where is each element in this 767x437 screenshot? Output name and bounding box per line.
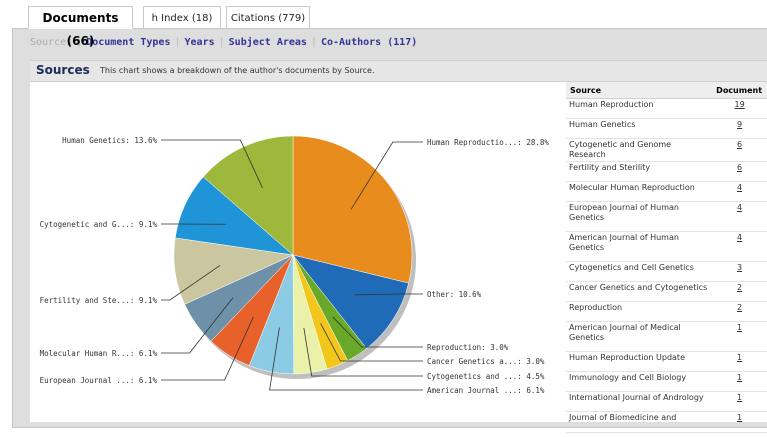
table-row: Cytogenetic and Genome Research 6 [566, 138, 767, 162]
document-count-link[interactable]: 1 [712, 391, 767, 412]
source-name: Cytogenetic and Genome Research [566, 138, 713, 162]
document-count-link[interactable]: 1 [712, 321, 767, 352]
pie-chart: Human Reproductio...: 28.8% Other: 10.6% R… [40, 135, 549, 395]
document-count-link[interactable]: 9 [712, 118, 767, 139]
slice-label: Cytogenetic and G...: 9.1% [40, 220, 158, 229]
document-count-link[interactable]: 1 [712, 371, 767, 392]
table-row: American Journal of Human Genetics 4 [566, 231, 767, 262]
table-row: Cancer Genetics and Cytogenetics 2 [566, 281, 767, 302]
document-count-link[interactable]: 1 [712, 411, 767, 433]
document-count-link[interactable]: 6 [712, 138, 767, 162]
section-description: This chart shows a breakdown of the auth… [100, 66, 375, 75]
document-count-link[interactable]: 2 [712, 281, 767, 302]
table-row: Molecular Human Reproduction 4 [566, 181, 767, 202]
subnav-document-types[interactable]: Document Types [86, 37, 170, 48]
table-row: Human Reproduction 19 [566, 98, 767, 119]
table-row: European Journal of Human Genetics 4 [566, 201, 767, 232]
document-count-link[interactable]: 3 [712, 261, 767, 282]
document-count-link[interactable]: 1 [712, 351, 767, 372]
table-row: Journal of Biomedicine and 1 [566, 411, 767, 433]
slice-label: Human Genetics: 13.6% [62, 136, 157, 145]
source-name: Fertility and Sterility [566, 161, 713, 182]
source-name: Human Reproduction Update [566, 351, 713, 372]
slice-label: Fertility and Ste...: 9.1% [40, 296, 158, 305]
table-row: Human Genetics 9 [566, 118, 767, 139]
slice-label: Cytogenetics and ...: 4.5% [427, 372, 545, 381]
source-name: American Journal of Human Genetics [566, 231, 713, 262]
document-count-link[interactable]: 4 [712, 201, 767, 232]
tab-citations[interactable]: Citations (779) [226, 6, 310, 29]
table-row: Fertility and Sterility 6 [566, 161, 767, 182]
slice-label: Other: 10.6% [427, 290, 482, 299]
section-title: Sources [36, 63, 90, 77]
source-name: Reproduction [566, 301, 713, 322]
table-row: American Journal of Medical Genetics 1 [566, 321, 767, 352]
document-count-link[interactable]: 4 [712, 181, 767, 202]
source-name: Journal of Biomedicine and [566, 411, 713, 433]
source-name: Cytogenetics and Cell Genetics [566, 261, 713, 282]
table-row: Cytogenetics and Cell Genetics 3 [566, 261, 767, 282]
slice-label: American Journal ...: 6.1% [427, 386, 545, 395]
document-count-link[interactable]: 19 [712, 98, 767, 119]
document-count-link[interactable]: 2 [712, 301, 767, 322]
source-name: International Journal of Andrology [566, 391, 713, 412]
tab-documents[interactable]: Documents (66) [28, 6, 133, 48]
source-name: American Journal of Medical Genetics [566, 321, 713, 352]
slice-label: Cancer Genetics a...: 3.0% [427, 357, 545, 366]
section-header: Sources This chart shows a breakdown of … [30, 60, 767, 82]
slice-label: Molecular Human R...: 6.1% [40, 349, 158, 358]
source-name: Cancer Genetics and Cytogenetics [566, 281, 713, 302]
column-header-source: Source [566, 82, 713, 99]
column-header-documents: Document [712, 82, 767, 99]
sources-table: Source Document Human Reproduction 19 Huma… [566, 82, 767, 433]
table-row: Human Reproduction Update 1 [566, 351, 767, 372]
document-count-link[interactable]: 4 [712, 231, 767, 262]
slice-label: Human Reproductio...: 28.8% [427, 138, 549, 147]
source-name: Human Genetics [566, 118, 713, 139]
slice-label: European Journal ...: 6.1% [40, 376, 158, 385]
subnav-subject-areas[interactable]: Subject Areas [229, 37, 307, 48]
subnav-coauthors[interactable]: Co-Authors (117) [321, 37, 417, 48]
tab-h-index[interactable]: h Index (18) [143, 6, 221, 29]
source-name: Immunology and Cell Biology [566, 371, 713, 392]
source-name: European Journal of Human Genetics [566, 201, 713, 232]
document-count-link[interactable]: 6 [712, 161, 767, 182]
subnav-sources: Sources [30, 37, 73, 48]
table-row: Immunology and Cell Biology 1 [566, 371, 767, 392]
table-row: International Journal of Andrology 1 [566, 391, 767, 412]
subnav-years[interactable]: Years [185, 37, 215, 48]
source-name: Molecular Human Reproduction [566, 181, 713, 202]
table-row: Reproduction 2 [566, 301, 767, 322]
slice-label: Reproduction: 3.0% [427, 343, 509, 352]
source-name: Human Reproduction [566, 98, 713, 119]
